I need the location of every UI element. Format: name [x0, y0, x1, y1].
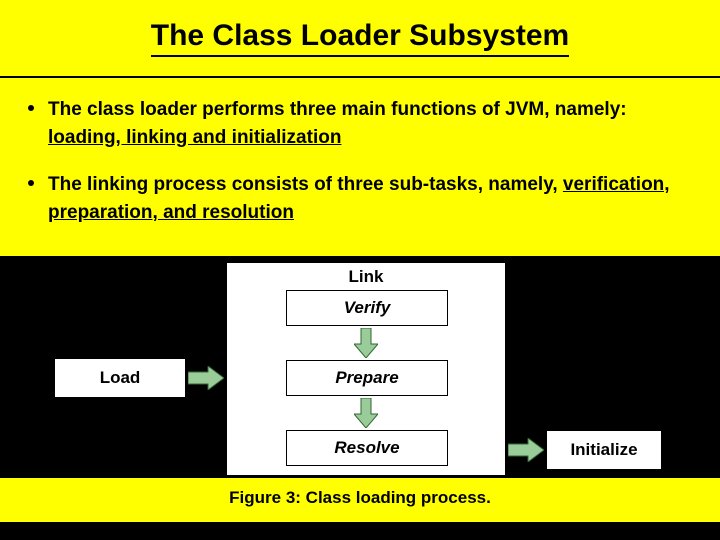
bullet-dot-icon	[28, 105, 34, 111]
load-label: Load	[94, 368, 147, 388]
bullet-prefix: The linking process consists of three su…	[48, 174, 563, 195]
bullet-item: The class loader performs three main fun…	[28, 96, 692, 151]
initialize-box: Initialize	[546, 430, 662, 470]
resolve-box: Resolve	[286, 430, 448, 466]
slide-title: The Class Loader Subsystem	[151, 19, 569, 57]
initialize-label: Initialize	[564, 440, 643, 460]
bullet-text: The class loader performs three main fun…	[48, 96, 692, 151]
link-label: Link	[227, 267, 505, 287]
resolve-label: Resolve	[328, 438, 405, 458]
prepare-label: Prepare	[329, 368, 404, 388]
bullet-prefix: The class loader performs three main fun…	[48, 99, 627, 120]
arrow-right-icon	[188, 366, 224, 390]
caption-band: Figure 3: Class loading process.	[0, 478, 720, 522]
content-area: The class loader performs three main fun…	[0, 78, 720, 256]
prepare-box: Prepare	[286, 360, 448, 396]
figure-caption: Figure 3: Class loading process.	[229, 488, 491, 507]
bullet-underlined: loading, linking and initialization	[48, 127, 341, 148]
arrow-down-icon	[354, 398, 378, 428]
arrow-right-icon	[508, 438, 544, 462]
verify-box: Verify	[286, 290, 448, 326]
bullet-item: The linking process consists of three su…	[28, 171, 692, 226]
bullet-text: The linking process consists of three su…	[48, 171, 692, 226]
title-band: The Class Loader Subsystem	[0, 0, 720, 78]
verify-label: Verify	[338, 298, 397, 318]
arrow-down-icon	[354, 328, 378, 358]
load-box: Load	[54, 358, 186, 398]
diagram: Link Load Verify Prepare Resolve Initial…	[40, 256, 680, 478]
bullet-dot-icon	[28, 180, 34, 186]
